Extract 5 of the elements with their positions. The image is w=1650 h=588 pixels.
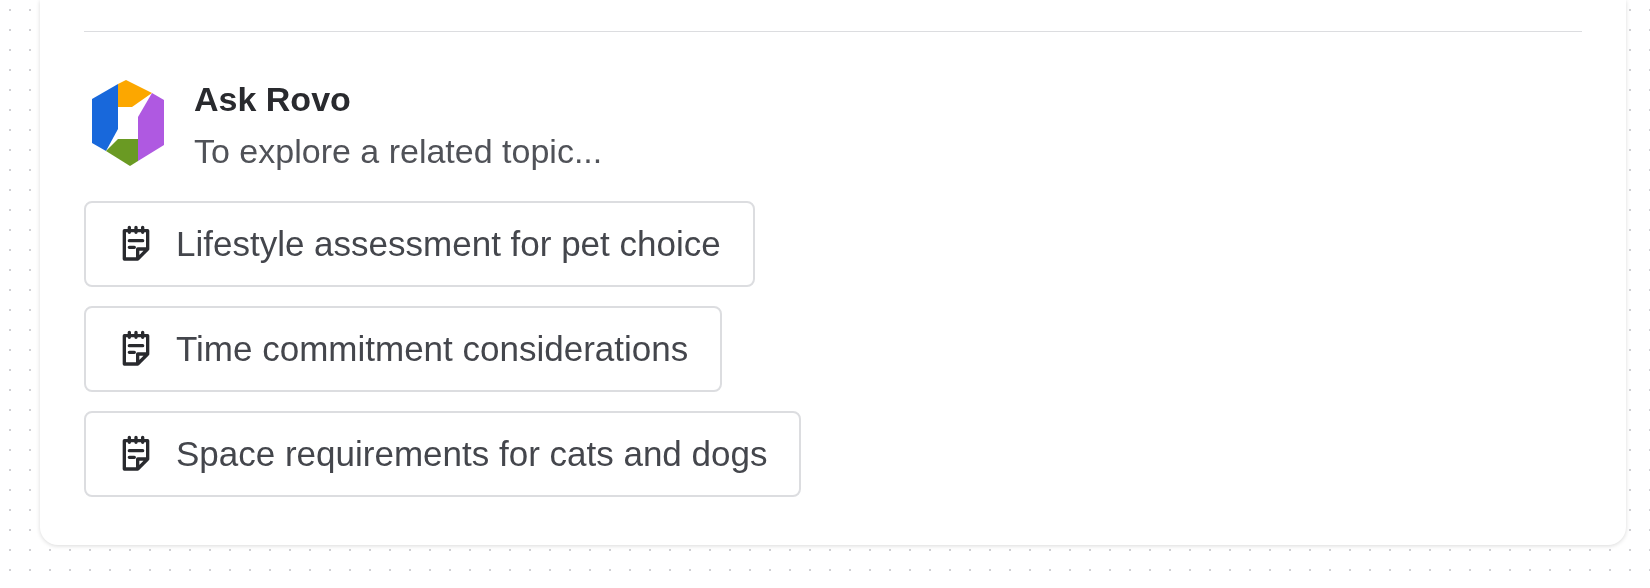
suggestion-chip[interactable]: Lifestyle assessment for pet choice [84, 201, 755, 287]
panel-subtitle: To explore a related topic... [194, 131, 603, 172]
suggestion-chip[interactable]: Space requirements for cats and dogs [84, 411, 802, 497]
panel-title: Ask Rovo [194, 79, 352, 120]
suggestion-chip[interactable]: Time commitment considerations [84, 306, 723, 392]
